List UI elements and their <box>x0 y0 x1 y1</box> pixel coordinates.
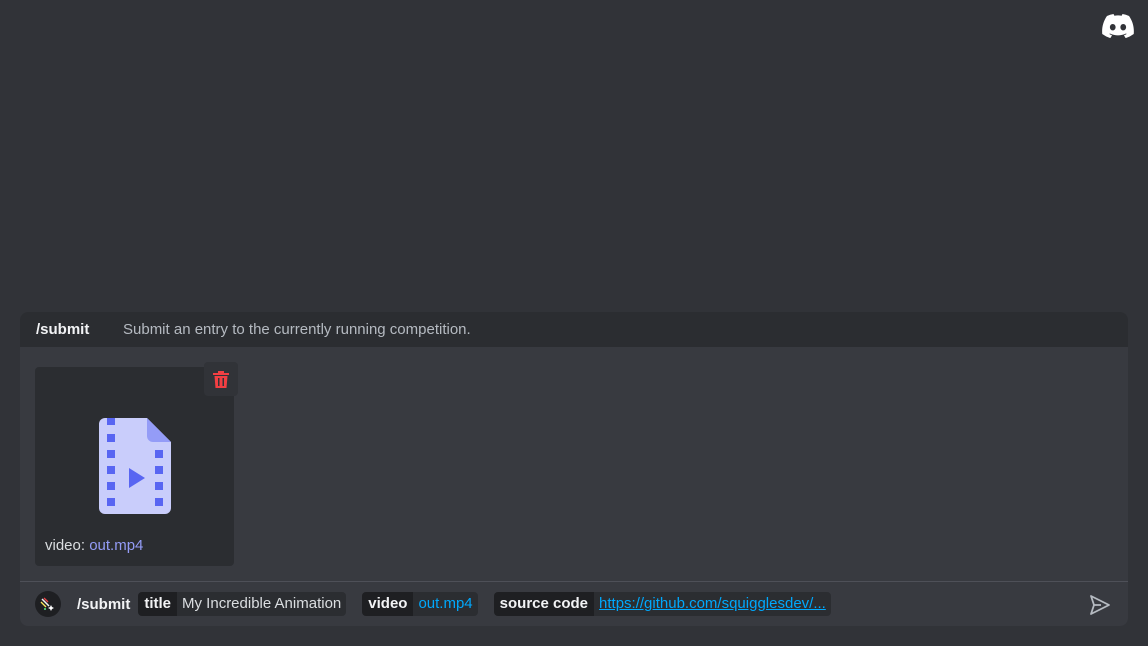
option-source-code-name: source code <box>493 592 595 616</box>
option-title-value[interactable]: My Incredible Animation <box>177 592 347 616</box>
video-file-icon <box>99 418 171 514</box>
app-avatar-icon <box>35 591 61 617</box>
message-composer: /submit Submit an entry to the currently… <box>20 312 1128 626</box>
discord-logo-icon <box>1102 14 1134 38</box>
option-video-name: video <box>362 592 414 616</box>
attachment-caption: video: out.mp4 <box>45 537 143 554</box>
command-input[interactable]: /submit title My Incredible Animation vi… <box>20 582 1128 626</box>
attachment-caption-label: video: <box>45 537 90 554</box>
option-title[interactable]: title My Incredible Animation <box>138 592 347 616</box>
option-video-value[interactable]: out.mp4 <box>413 592 478 616</box>
option-title-name: title <box>138 592 178 616</box>
delete-attachment-button[interactable] <box>204 362 238 396</box>
option-source-code-link[interactable]: https://github.com/squigglesdev/... <box>594 592 831 616</box>
attachment-area: video: out.mp4 <box>20 347 1128 581</box>
command-description: Submit an entry to the currently running… <box>123 321 471 338</box>
command-name: /submit <box>36 321 90 338</box>
command-header: /submit Submit an entry to the currently… <box>20 312 1128 347</box>
send-button[interactable] <box>1088 593 1112 617</box>
app-window: /submit Submit an entry to the currently… <box>0 0 1148 646</box>
input-command-name: /submit <box>77 595 131 613</box>
option-source-code[interactable]: source code https://github.com/squiggles… <box>493 592 831 616</box>
option-video[interactable]: video out.mp4 <box>362 592 478 616</box>
attachment-filename: out.mp4 <box>89 537 144 554</box>
attachment-card[interactable]: video: out.mp4 <box>35 367 234 566</box>
trash-icon <box>213 370 229 388</box>
